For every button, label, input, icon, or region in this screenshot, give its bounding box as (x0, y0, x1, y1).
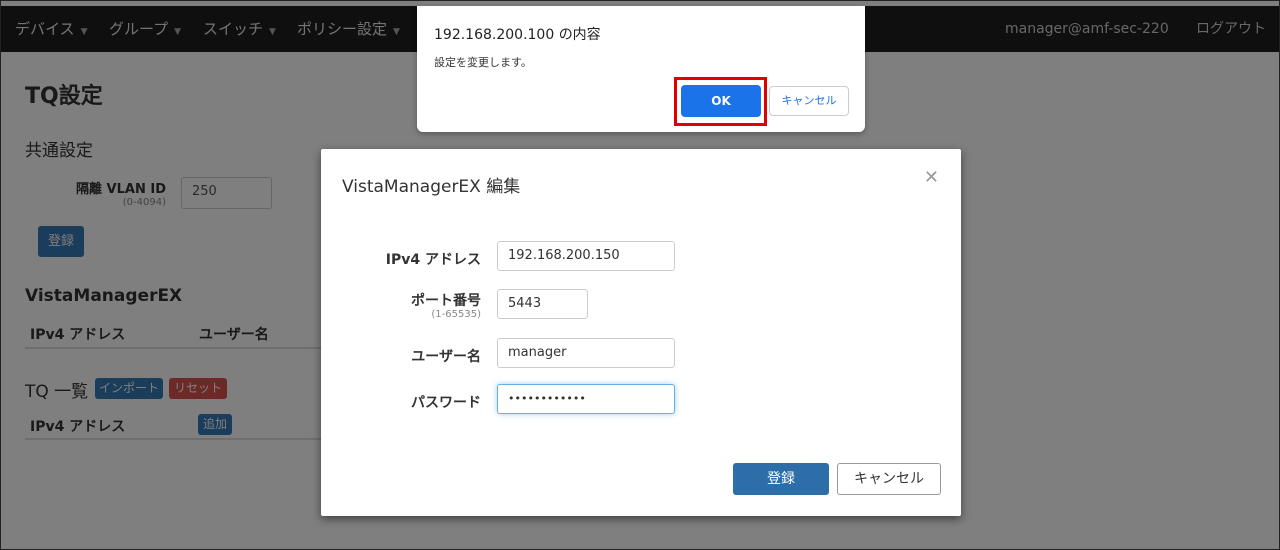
username-input[interactable]: manager (497, 338, 675, 368)
dialog-ok-button[interactable]: OK (681, 85, 761, 117)
password-label: パスワード (411, 395, 481, 411)
modal-title: VistaManagerEX 編集 (342, 177, 521, 197)
confirm-dialog: 192.168.200.100 の内容 設定を変更します。 OK キャンセル (417, 6, 865, 132)
username-label: ユーザー名 (411, 349, 481, 365)
ipv4-input[interactable]: 192.168.200.150 (497, 241, 675, 271)
port-range-help: (1-65535) (431, 309, 481, 320)
close-icon[interactable]: ✕ (924, 167, 939, 188)
modal-register-button[interactable]: 登録 (733, 463, 829, 495)
ipv4-label: IPv4 アドレス (385, 252, 481, 268)
vista-edit-modal: VistaManagerEX 編集 ✕ IPv4 アドレス 192.168.20… (321, 149, 961, 516)
modal-cancel-button[interactable]: キャンセル (837, 463, 941, 495)
dialog-cancel-button[interactable]: キャンセル (769, 86, 849, 116)
browser-viewport: デバイス▼ グループ▼ スイッチ▼ ポリシー設定▼ manager@amf-se… (0, 0, 1280, 550)
password-input[interactable]: •••••••••••• (497, 384, 675, 414)
port-input[interactable]: 5443 (497, 289, 588, 319)
dialog-title: 192.168.200.100 の内容 (434, 27, 601, 43)
port-label: ポート番号 (411, 293, 481, 309)
dialog-message: 設定を変更します。 (434, 56, 532, 69)
